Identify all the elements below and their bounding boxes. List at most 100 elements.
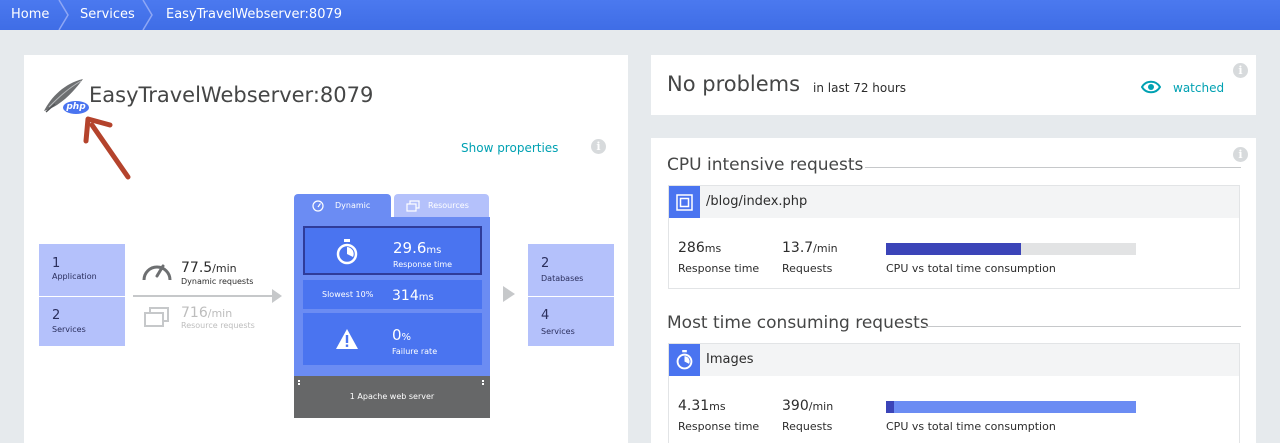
time-requests-label: Requests: [782, 420, 833, 433]
cpu-response-time-unit: ms: [704, 242, 722, 255]
failure-rate-value-group: 0%: [392, 325, 411, 344]
slowest-label: Slowest 10%: [322, 290, 374, 299]
watched-toggle[interactable]: watched: [1173, 81, 1224, 95]
breadcrumb-separator-icon: [142, 0, 153, 30]
breadcrumb-current[interactable]: EasyTravelWebserver:8079: [166, 0, 342, 30]
cpu-icon: [676, 194, 693, 211]
resource-requests-value: 716: [181, 305, 208, 321]
cpu-request-name[interactable]: /blog/index.php: [706, 194, 807, 209]
resource-requests-rate: 716/min: [181, 305, 232, 321]
slowest-value: 314: [392, 288, 419, 304]
server-label: 1 Apache web server: [349, 392, 435, 401]
service-overview-panel: php EasyTravelWebserver:8079 Show proper…: [24, 55, 628, 443]
breadcrumb-services[interactable]: Services: [80, 0, 135, 30]
cpu-icon-tile: [669, 186, 700, 218]
response-time-value: 29.6: [393, 239, 427, 257]
response-time-unit: ms: [426, 245, 442, 256]
info-icon[interactable]: i: [1233, 147, 1248, 162]
show-properties-link[interactable]: Show properties: [461, 141, 558, 155]
applications-count: 1: [52, 256, 61, 271]
server-bar[interactable]: 1 Apache web server: [294, 376, 490, 418]
cpu-request-card[interactable]: /blog/index.php 286ms Response time 13.7…: [668, 185, 1240, 289]
dynamic-requests-label: Dynamic requests: [181, 277, 254, 286]
tab-dynamic[interactable]: Dynamic: [294, 194, 391, 217]
breadcrumb-separator-icon: [58, 0, 69, 30]
resource-requests-label: Resource requests: [181, 321, 255, 330]
box-divider: [39, 296, 125, 297]
flow-connector-line: [133, 295, 279, 297]
cpu-requests-group: 13.7/min: [782, 237, 838, 256]
time-cpu-fill: [886, 401, 894, 413]
time-requests-group: 390/min: [782, 395, 833, 414]
drag-handle-icon: [482, 380, 484, 382]
callees-box[interactable]: 2 Databases 4 Services: [528, 244, 614, 346]
service-title: EasyTravelWebserver:8079: [89, 83, 374, 107]
breadcrumb: Home Services EasyTravelWebserver:8079: [0, 0, 1280, 30]
cpu-time-bar: [886, 243, 1136, 255]
calling-services-count: 2: [52, 308, 61, 323]
time-response-time-label: Response time: [678, 420, 760, 433]
dynamic-requests-value: 77.5: [181, 260, 213, 276]
info-icon[interactable]: i: [591, 139, 606, 154]
cpu-bar-label: CPU vs total time consumption: [886, 262, 1056, 275]
drag-handle-icon: [298, 380, 300, 382]
flow-arrow-icon: [503, 286, 515, 302]
failure-rate-label: Failure rate: [392, 347, 438, 356]
failure-rate-value: 0: [392, 326, 402, 344]
time-response-time-group: 4.31ms: [678, 395, 726, 414]
dynamic-requests-unit: /min: [212, 262, 237, 275]
tab-resources-label: Resources: [428, 201, 469, 210]
slowest-unit: ms: [418, 292, 434, 303]
databases-count: 2: [541, 256, 550, 271]
time-request-card[interactable]: Images 4.31ms Response time 390/min Requ…: [668, 343, 1240, 443]
metrics-card: 29.6ms Response time Slowest 10% 314ms 0…: [294, 217, 490, 376]
speedometer-icon: [142, 264, 172, 281]
cpu-requests-value: 13.7: [782, 240, 814, 256]
response-time-tile[interactable]: 29.6ms Response time: [303, 226, 482, 275]
response-time-label: Response time: [393, 260, 453, 269]
problems-panel: No problems in last 72 hours watched i: [651, 55, 1256, 115]
time-bar-label: CPU vs total time consumption: [886, 420, 1056, 433]
section-divider: [925, 326, 1241, 327]
time-request-name[interactable]: Images: [706, 352, 754, 367]
time-request-header: Images: [669, 344, 1239, 376]
cpu-response-time-label: Response time: [678, 262, 760, 275]
stopwatch-icon-tile: [669, 344, 700, 376]
cpu-requests-unit: /min: [813, 242, 838, 255]
cpu-response-time-group: 286ms: [678, 237, 721, 256]
callers-box[interactable]: 1 Application 2 Services: [39, 244, 125, 346]
slowest-value-group: 314ms: [392, 285, 434, 304]
failure-rate-unit: %: [401, 332, 412, 343]
cpu-section-title: CPU intensive requests: [667, 155, 864, 175]
time-consumption-bar: [886, 401, 1136, 413]
eye-icon[interactable]: [1141, 80, 1161, 94]
cpu-request-header: /blog/index.php: [669, 186, 1239, 218]
stopwatch-icon: [336, 239, 358, 265]
box-divider: [528, 296, 614, 297]
time-section-title: Most time consuming requests: [667, 313, 929, 333]
tab-resources[interactable]: Resources: [394, 194, 489, 217]
resources-icon: [144, 307, 169, 327]
breadcrumb-home[interactable]: Home: [11, 0, 49, 30]
slowest-tile[interactable]: Slowest 10% 314ms: [303, 280, 482, 309]
databases-label: Databases: [541, 274, 584, 283]
php-badge-label: php: [66, 102, 86, 112]
flow-arrow-icon: [272, 289, 282, 303]
warning-icon: [336, 329, 358, 349]
cpu-consumption-fill: [886, 243, 1021, 255]
speedometer-icon: [312, 200, 324, 212]
php-badge: php: [62, 100, 90, 115]
called-services-count: 4: [541, 308, 550, 323]
resource-requests-unit: /min: [207, 307, 233, 320]
time-response-time-value: 4.31: [678, 398, 710, 414]
time-requests-unit: /min: [808, 400, 834, 413]
failure-rate-tile[interactable]: 0% Failure rate: [303, 313, 482, 365]
time-response-time-unit: ms: [709, 400, 726, 413]
problems-title: No problems: [667, 72, 801, 96]
dynamic-requests-rate: 77.5/min: [181, 260, 237, 276]
requests-panel: i CPU intensive requests /blog/index.php…: [651, 138, 1256, 443]
cpu-response-time-value: 286: [678, 240, 705, 256]
info-icon[interactable]: i: [1233, 63, 1248, 78]
annotation-arrow-icon: [83, 116, 131, 180]
calling-services-label: Services: [52, 325, 86, 334]
